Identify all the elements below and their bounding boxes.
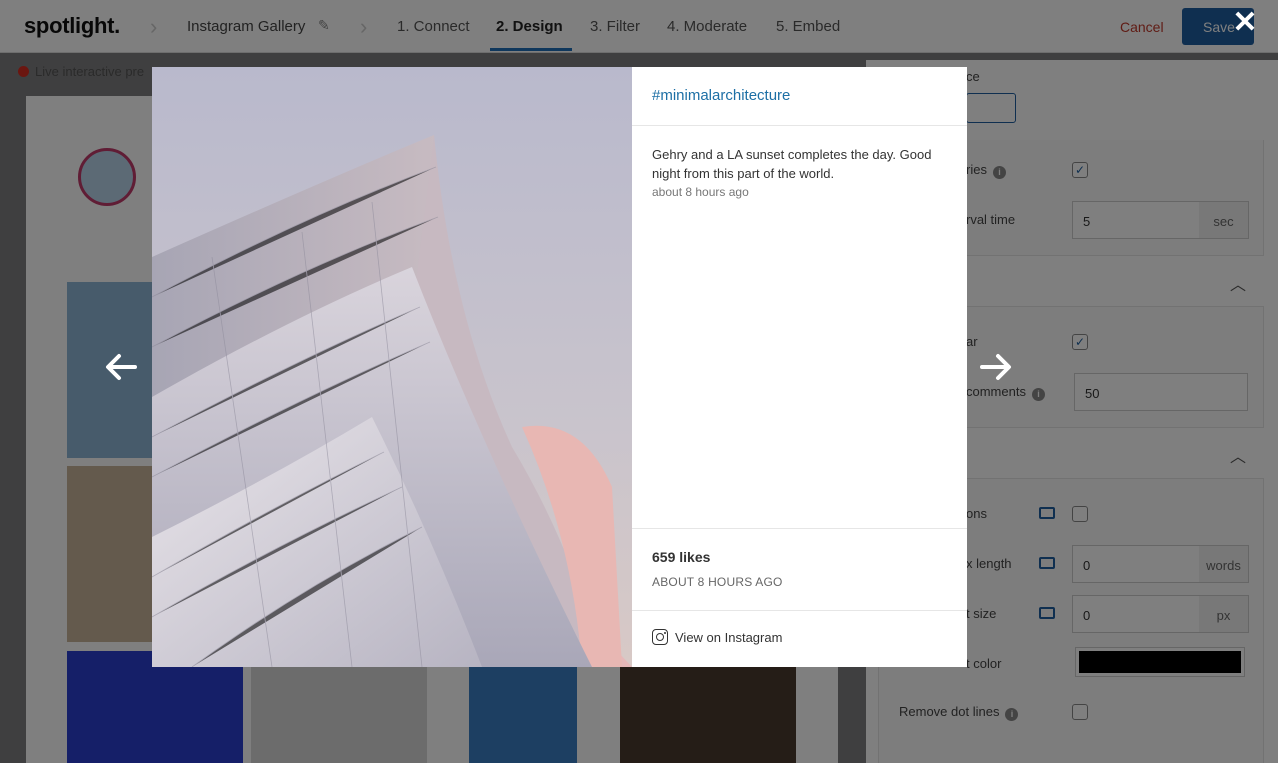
post-timestamp: ABOUT 8 HOURS AGO (652, 575, 783, 589)
post-sidebar: #minimalarchitecture Gehry and a LA suns… (632, 67, 967, 667)
close-icon[interactable]: ✕ (1230, 8, 1260, 38)
divider (632, 610, 967, 611)
divider (632, 125, 967, 126)
instagram-icon (652, 629, 668, 645)
hashtag-link[interactable]: #minimalarchitecture (652, 87, 790, 104)
view-on-instagram-label: View on Instagram (675, 630, 783, 645)
view-on-instagram-link[interactable]: View on Instagram (652, 629, 782, 645)
arrow-right-icon[interactable] (976, 347, 1016, 387)
post-caption: Gehry and a LA sunset completes the day.… (652, 147, 932, 181)
divider (632, 528, 967, 529)
arrow-left-icon[interactable] (101, 347, 141, 387)
lightbox: #minimalarchitecture Gehry and a LA suns… (152, 67, 967, 667)
likes-count: 659 likes (652, 549, 711, 565)
caption-timestamp: about 8 hours ago (652, 185, 749, 199)
post-photo (152, 67, 632, 667)
